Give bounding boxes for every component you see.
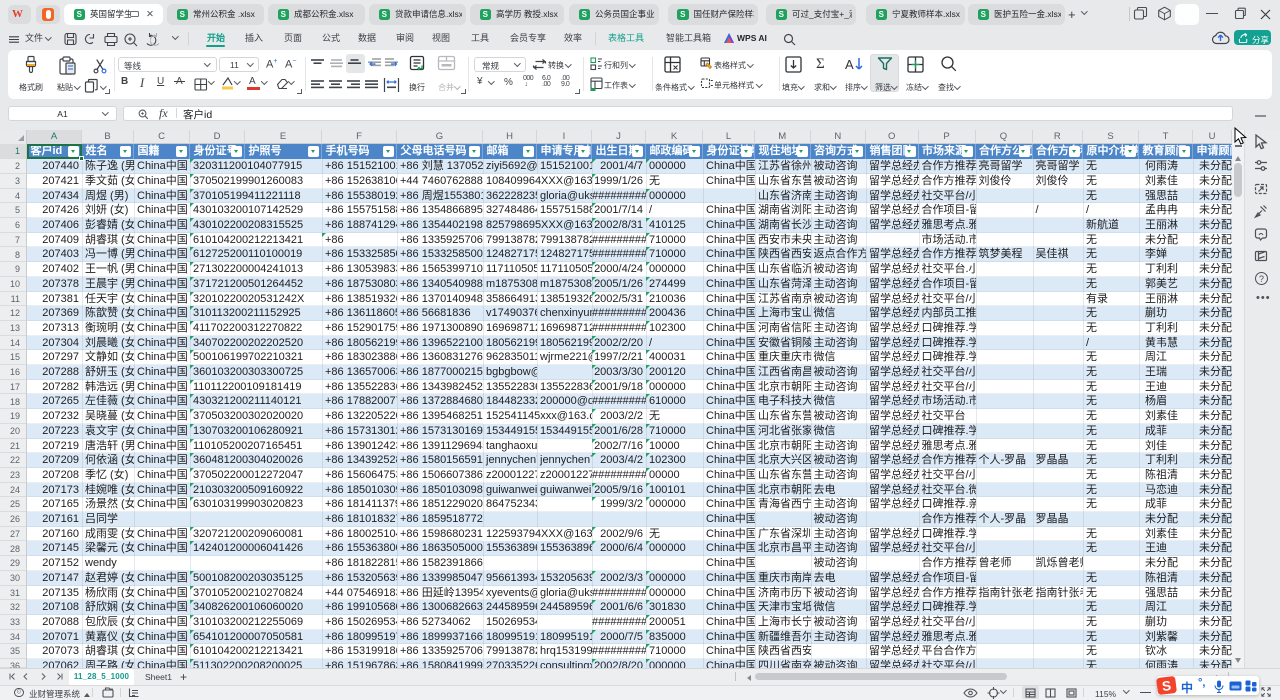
svg-text:A: A bbox=[845, 57, 854, 72]
